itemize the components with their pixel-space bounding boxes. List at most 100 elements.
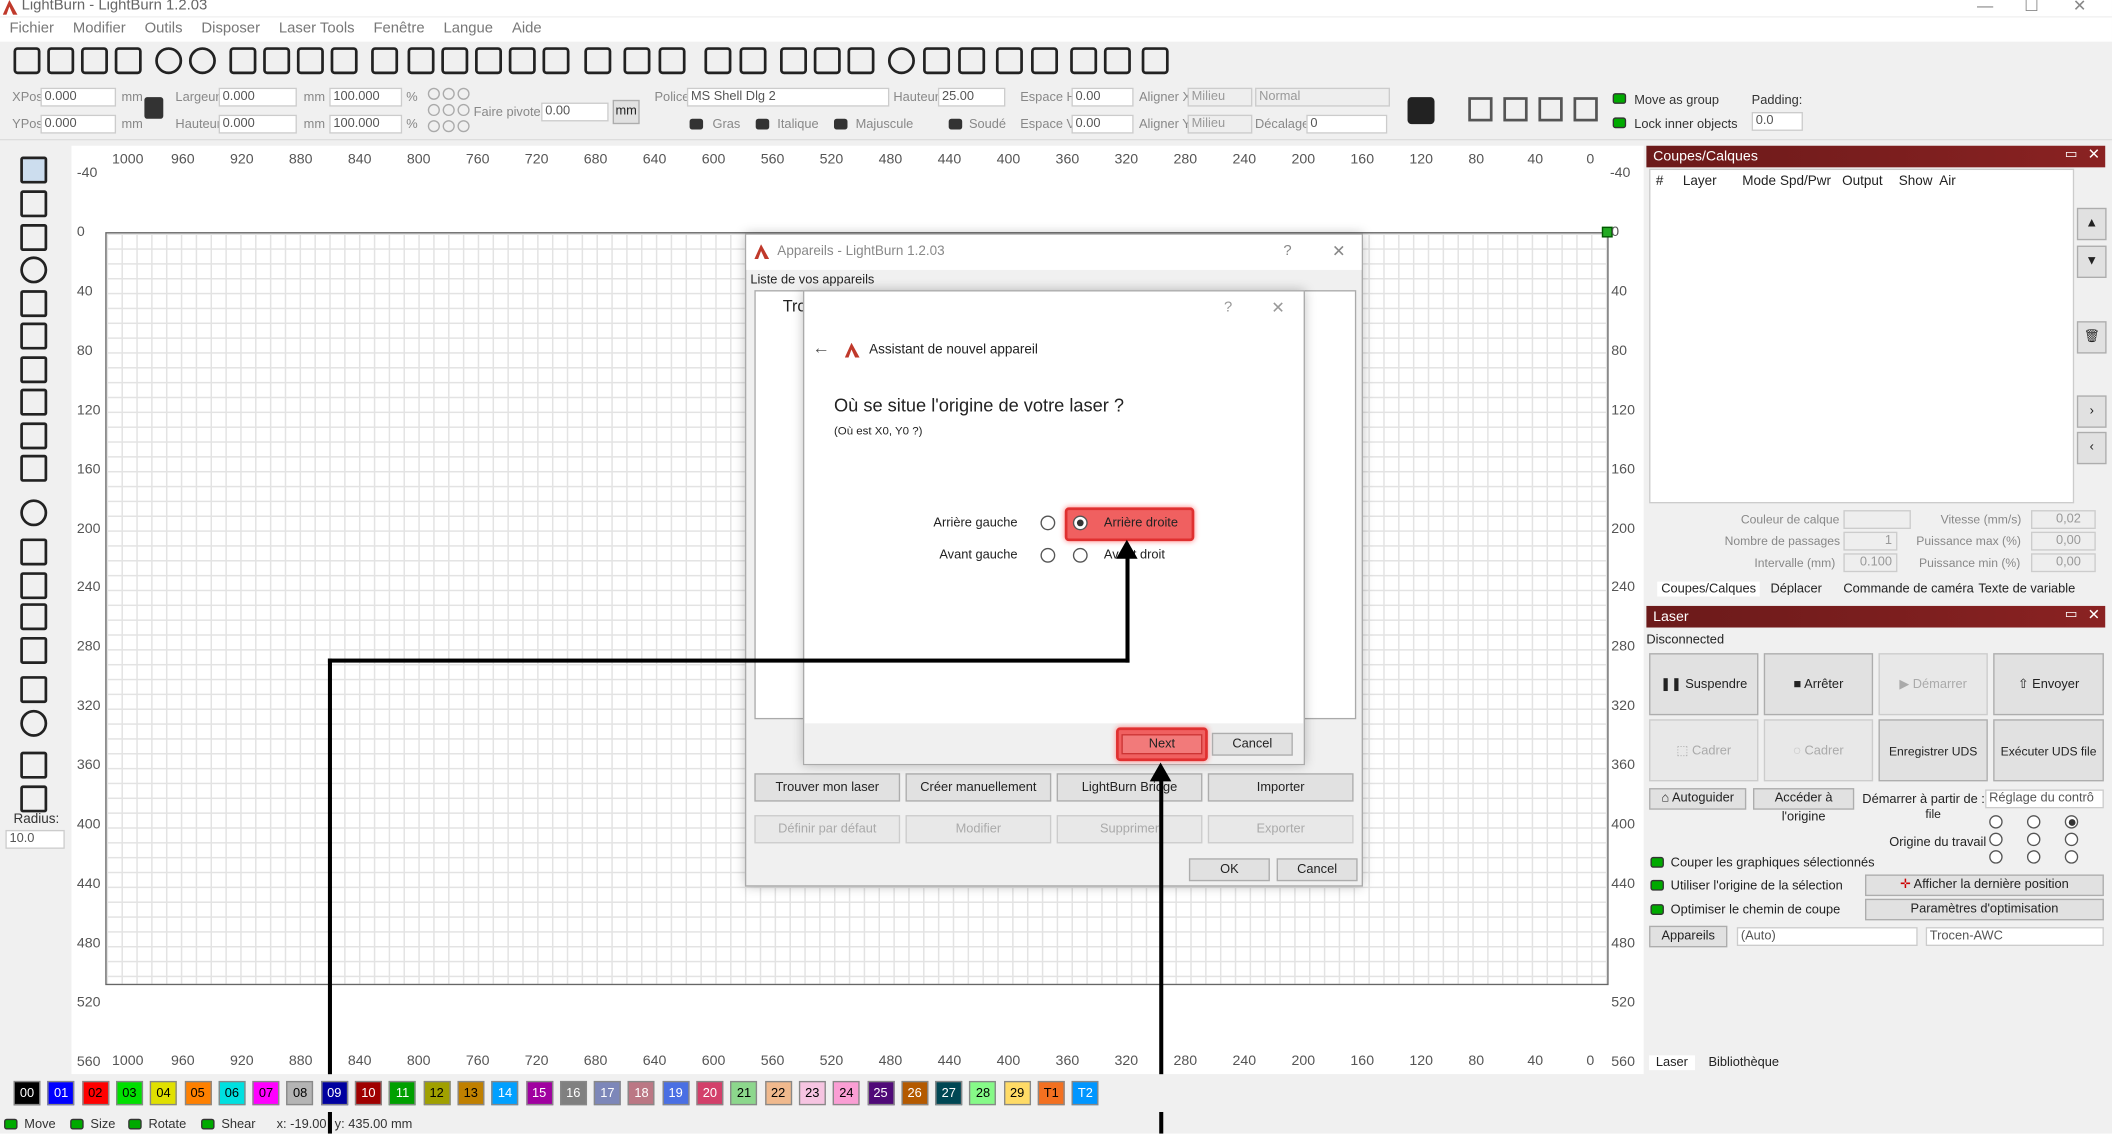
use-selection-origin-label[interactable]: Utiliser l'origine de la sélection xyxy=(1671,879,1843,894)
color-swatch-09[interactable]: 09 xyxy=(320,1080,348,1106)
tab-cuts-1[interactable]: Déplacer xyxy=(1771,582,1822,597)
start-from-select[interactable]: Réglage du contrô xyxy=(1985,789,2104,809)
color-swatch-25[interactable]: 25 xyxy=(867,1080,895,1106)
color-swatch-00[interactable]: 00 xyxy=(13,1080,41,1106)
menu-item-4[interactable]: Laser Tools xyxy=(269,18,364,42)
send-button[interactable]: ⇧ Envoyer xyxy=(1993,653,2104,716)
rear-left-radio[interactable] xyxy=(1040,515,1056,531)
circular-array-icon[interactable] xyxy=(20,709,48,737)
mirror-v-icon[interactable] xyxy=(813,47,841,75)
normal-select[interactable]: Normal xyxy=(1255,87,1390,107)
grid-array-icon[interactable] xyxy=(20,676,48,704)
home-button[interactable]: ⌂ Autoguider xyxy=(1649,788,1747,810)
move-toggle-label[interactable]: Move xyxy=(24,1117,55,1132)
xpos-input[interactable]: 0.000 xyxy=(40,87,117,107)
passes-input[interactable]: 1 xyxy=(1843,531,1898,551)
color-swatch-10[interactable]: 10 xyxy=(354,1080,382,1106)
align-bottom-icon[interactable] xyxy=(1573,97,1598,122)
interval-input[interactable]: 0.100 xyxy=(1843,553,1898,573)
tools-icon[interactable] xyxy=(658,47,686,75)
tab-cuts-2[interactable]: Commande de caméra xyxy=(1843,582,1973,597)
color-swatch-14[interactable]: 14 xyxy=(491,1080,519,1106)
minimize-icon[interactable]: — xyxy=(1977,0,1993,15)
close-icon[interactable]: ✕ xyxy=(1332,242,1346,261)
padding-input[interactable]: 0.0 xyxy=(1751,112,1803,131)
color-swatch-19[interactable]: 19 xyxy=(662,1080,690,1106)
devices-action-button[interactable]: LightBurn Bridge xyxy=(1056,773,1203,802)
zoom-frame-icon[interactable] xyxy=(508,47,536,75)
node-edit-icon[interactable] xyxy=(20,751,48,779)
polygon-icon[interactable] xyxy=(20,290,48,318)
target-icon[interactable] xyxy=(887,47,915,75)
frame-button[interactable]: ⬚ Cadrer xyxy=(1649,719,1759,782)
pause-button[interactable]: ❚❚ Suspendre xyxy=(1649,653,1759,716)
origin-radio[interactable] xyxy=(2064,850,2079,864)
run-uds-button[interactable]: Exécuter UDS file xyxy=(1993,719,2104,782)
subtract-icon[interactable] xyxy=(20,572,48,600)
align-top-icon[interactable] xyxy=(1538,97,1563,122)
save-uds-button[interactable]: Enregistrer UDS file xyxy=(1878,719,1988,820)
text-icon[interactable] xyxy=(20,388,48,416)
group-icon[interactable] xyxy=(704,47,732,75)
origin-radio[interactable] xyxy=(2026,850,2041,864)
menu-item-7[interactable]: Aide xyxy=(503,18,552,42)
color-swatch-12[interactable]: 12 xyxy=(423,1080,451,1106)
zoom-in-icon[interactable] xyxy=(407,47,435,75)
move-icon[interactable] xyxy=(371,47,399,75)
new-file-icon[interactable] xyxy=(13,47,41,75)
cancel-button[interactable]: Cancel xyxy=(1276,858,1358,882)
next-button[interactable]: Next xyxy=(1121,734,1203,755)
copy-icon[interactable] xyxy=(229,47,257,75)
devices-action-button[interactable]: Créer manuellement xyxy=(905,773,1052,802)
paste-icon[interactable] xyxy=(296,47,324,75)
tab-cuts-0[interactable]: Coupes/Calques xyxy=(1657,581,1761,597)
array-icon[interactable] xyxy=(958,47,986,75)
undo-icon[interactable] xyxy=(155,47,183,75)
radius-input[interactable]: 10.0 xyxy=(5,829,65,849)
color-swatch-11[interactable]: 11 xyxy=(389,1080,417,1106)
origin-radio[interactable] xyxy=(2064,832,2079,847)
color-swatch-T2[interactable]: T2 xyxy=(1071,1080,1099,1106)
delete-icon[interactable] xyxy=(330,47,358,75)
front-left-radio[interactable] xyxy=(1040,547,1056,563)
width-pct-input[interactable]: 100.000 xyxy=(329,87,403,107)
maximize-icon[interactable]: ☐ xyxy=(2024,0,2039,15)
chevron-right-icon[interactable]: › xyxy=(2076,395,2107,428)
chevron-left-icon[interactable]: ‹ xyxy=(2076,431,2107,465)
font-height-input[interactable]: 25.00 xyxy=(937,87,1006,107)
devices-action-button[interactable]: Exporter xyxy=(1207,815,1354,844)
color-swatch-27[interactable]: 27 xyxy=(935,1080,963,1106)
pen-icon[interactable] xyxy=(20,190,48,218)
devices-action-button[interactable]: Définir par défaut xyxy=(754,815,901,844)
weld-icon[interactable] xyxy=(20,538,48,566)
optimize-path-label[interactable]: Optimiser le chemin de coupe xyxy=(1671,903,1841,918)
wizard-cancel-button[interactable]: Cancel xyxy=(1211,732,1293,756)
max-power-input[interactable]: 0,00 xyxy=(2030,531,2096,551)
color-swatch-02[interactable]: 02 xyxy=(81,1080,109,1106)
layer-color-input[interactable] xyxy=(1843,510,1911,530)
help-icon[interactable]: ? xyxy=(1283,243,1291,259)
wizard-close-icon[interactable]: ✕ xyxy=(1271,298,1285,317)
color-swatch-22[interactable]: 22 xyxy=(764,1080,792,1106)
color-swatch-06[interactable]: 06 xyxy=(218,1080,246,1106)
panel-close-icon[interactable]: ✕ xyxy=(2088,606,2100,623)
space-v-input[interactable]: 0.00 xyxy=(1071,114,1134,134)
offset-input[interactable]: 0 xyxy=(1306,114,1388,134)
mm-button[interactable]: mm xyxy=(612,99,640,125)
height-pct-input[interactable]: 100.000 xyxy=(329,114,403,134)
color-swatch-28[interactable]: 28 xyxy=(969,1080,997,1106)
origin-radio[interactable] xyxy=(1989,815,2003,829)
devices-action-button[interactable]: Supprimer xyxy=(1056,815,1203,844)
ellipse-icon[interactable] xyxy=(20,256,48,284)
position-icon[interactable] xyxy=(20,422,48,450)
color-swatch-15[interactable]: 15 xyxy=(525,1080,553,1106)
menu-item-1[interactable]: Modifier xyxy=(63,18,135,42)
rear-right-radio[interactable] xyxy=(1072,515,1088,531)
layers-table[interactable]: # Layer Mode Spd/Pwr Output Show Air xyxy=(1649,168,2075,504)
color-swatch-23[interactable]: 23 xyxy=(798,1080,826,1106)
align-center-icon[interactable] xyxy=(1503,97,1528,122)
zoom-in-alt-icon[interactable] xyxy=(441,47,469,75)
back-arrow-icon[interactable]: ← xyxy=(812,337,830,357)
font-select[interactable]: MS Shell Dlg 2 xyxy=(686,87,890,107)
color-swatch-24[interactable]: 24 xyxy=(832,1080,860,1106)
